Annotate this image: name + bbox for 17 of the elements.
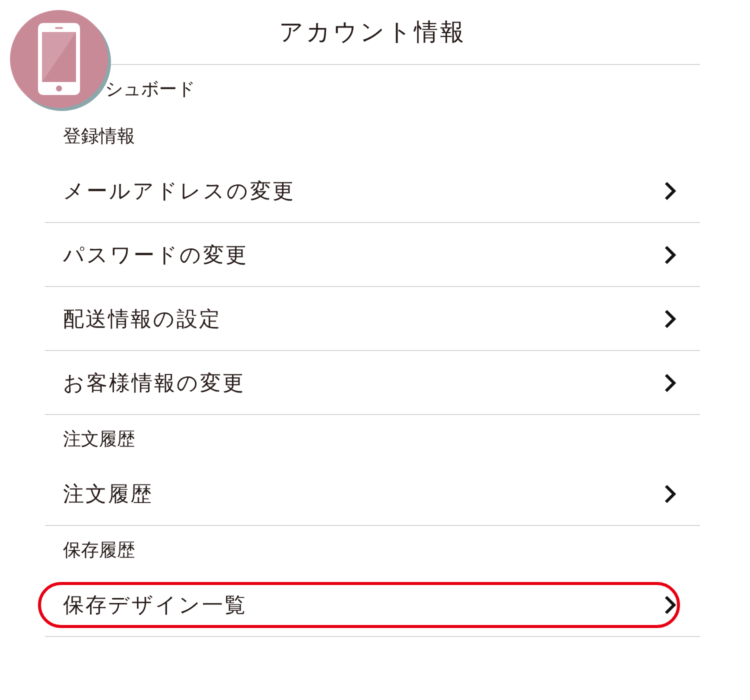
section-heading: 登録情報 [62,124,136,148]
menu-link[interactable]: 配送情報の設定 [45,287,700,351]
chevron-right-icon [664,594,676,614]
menu-link[interactable]: 保存デザイン一覧 [45,573,700,637]
chevron-right-icon [664,372,676,392]
chevron-right-icon [664,244,676,264]
smartphone-icon [38,23,80,95]
section-heading: 注文履歴 [62,428,136,452]
chevron-right-icon [664,308,676,328]
section-heading: 保存履歴 [62,538,136,562]
chevron-right-icon [664,180,676,200]
menu-link[interactable]: メールアドレスの変更 [45,159,700,223]
chevron-right-icon [664,484,676,504]
section-heading: シュボード [104,78,196,102]
menu-link[interactable]: お客様情報の変更 [45,351,700,415]
menu-link[interactable]: パスワードの変更 [45,223,700,287]
menu-link[interactable]: 注文履歴 [45,462,700,526]
